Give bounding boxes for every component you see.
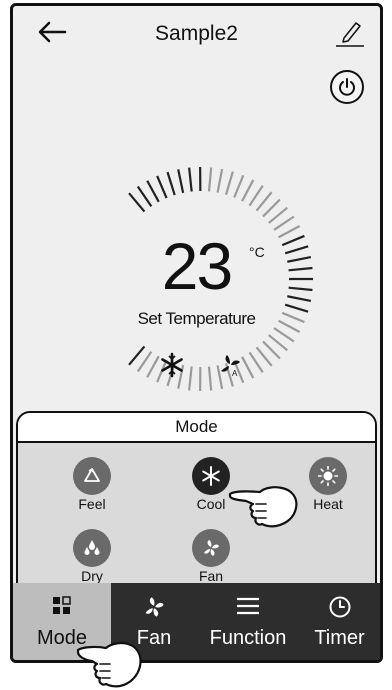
dial-tick <box>262 198 281 218</box>
pencil-icon <box>336 22 364 47</box>
mode-panel: Mode Feel Cool Heat Dry Fan <box>16 411 377 591</box>
mode-panel-title: Mode <box>18 413 375 443</box>
dial-tick <box>273 327 295 343</box>
dial-tick <box>262 340 281 360</box>
dial-tick <box>241 179 255 202</box>
mode-option-fan[interactable]: Fan <box>171 529 251 584</box>
fan-icon <box>145 597 164 617</box>
dial-tick <box>146 180 160 203</box>
dial-tick <box>207 167 213 192</box>
fan-icon <box>204 540 219 556</box>
dial-tick <box>233 174 245 198</box>
mode-option-dry[interactable]: Dry <box>52 529 132 584</box>
sun-icon <box>318 466 338 486</box>
dial-tick <box>136 185 153 207</box>
dial-tick <box>224 171 234 195</box>
fan-auto-icon: A <box>221 355 240 378</box>
droplets-icon <box>84 540 100 555</box>
status-icons: A <box>159 350 249 380</box>
tab-timer[interactable]: Timer <box>299 583 380 660</box>
dial-tick <box>273 215 295 231</box>
hand-pointer-icon <box>76 641 142 688</box>
mode-option-label: Dry <box>81 568 103 584</box>
temperature-label: Set Temperature <box>137 309 256 328</box>
dial-tick <box>128 192 146 213</box>
temperature-unit: °C <box>249 244 265 260</box>
snowflake-icon <box>161 352 183 378</box>
mode-icon <box>53 596 71 614</box>
hand-pointer-icon <box>228 486 298 528</box>
menu-icon <box>237 597 259 615</box>
bottom-tab-bar: Mode Fan Function Timer <box>13 583 380 660</box>
dial-tick <box>156 175 168 199</box>
clock-icon <box>329 596 350 618</box>
dial-tick <box>255 191 273 212</box>
dial-tick <box>268 206 289 224</box>
mode-option-label: Fan <box>198 568 224 584</box>
mode-option-feel[interactable]: Feel <box>52 457 132 512</box>
dial-tick <box>255 346 273 367</box>
tab-label: Function <box>209 627 287 649</box>
temperature-value: 23 <box>161 229 233 303</box>
tab-function[interactable]: Function <box>197 583 299 660</box>
dial-tick <box>177 169 185 194</box>
recycle-icon <box>84 467 100 482</box>
dial-tick <box>248 184 264 207</box>
dial-tick <box>268 334 289 352</box>
mode-option-label: Feel <box>78 496 106 512</box>
phone-screen: Sample2 23 °C Set Temperature A Mode Fee… <box>10 3 383 663</box>
dial-tick <box>248 351 264 374</box>
device-title: Sample2 <box>155 22 238 45</box>
dial-tick <box>166 171 176 196</box>
dial-tick <box>146 355 160 378</box>
dial-tick <box>188 167 193 192</box>
svg-text:A: A <box>232 369 238 378</box>
dial-tick <box>216 168 224 193</box>
dial-tick <box>136 351 153 373</box>
tab-label: Timer <box>314 627 365 649</box>
edit-button[interactable] <box>334 18 366 48</box>
dial-tick <box>128 345 146 366</box>
top-bar: Sample2 <box>13 6 380 66</box>
power-button[interactable] <box>330 70 364 104</box>
power-icon <box>339 78 355 96</box>
snowflake-icon <box>202 466 220 486</box>
